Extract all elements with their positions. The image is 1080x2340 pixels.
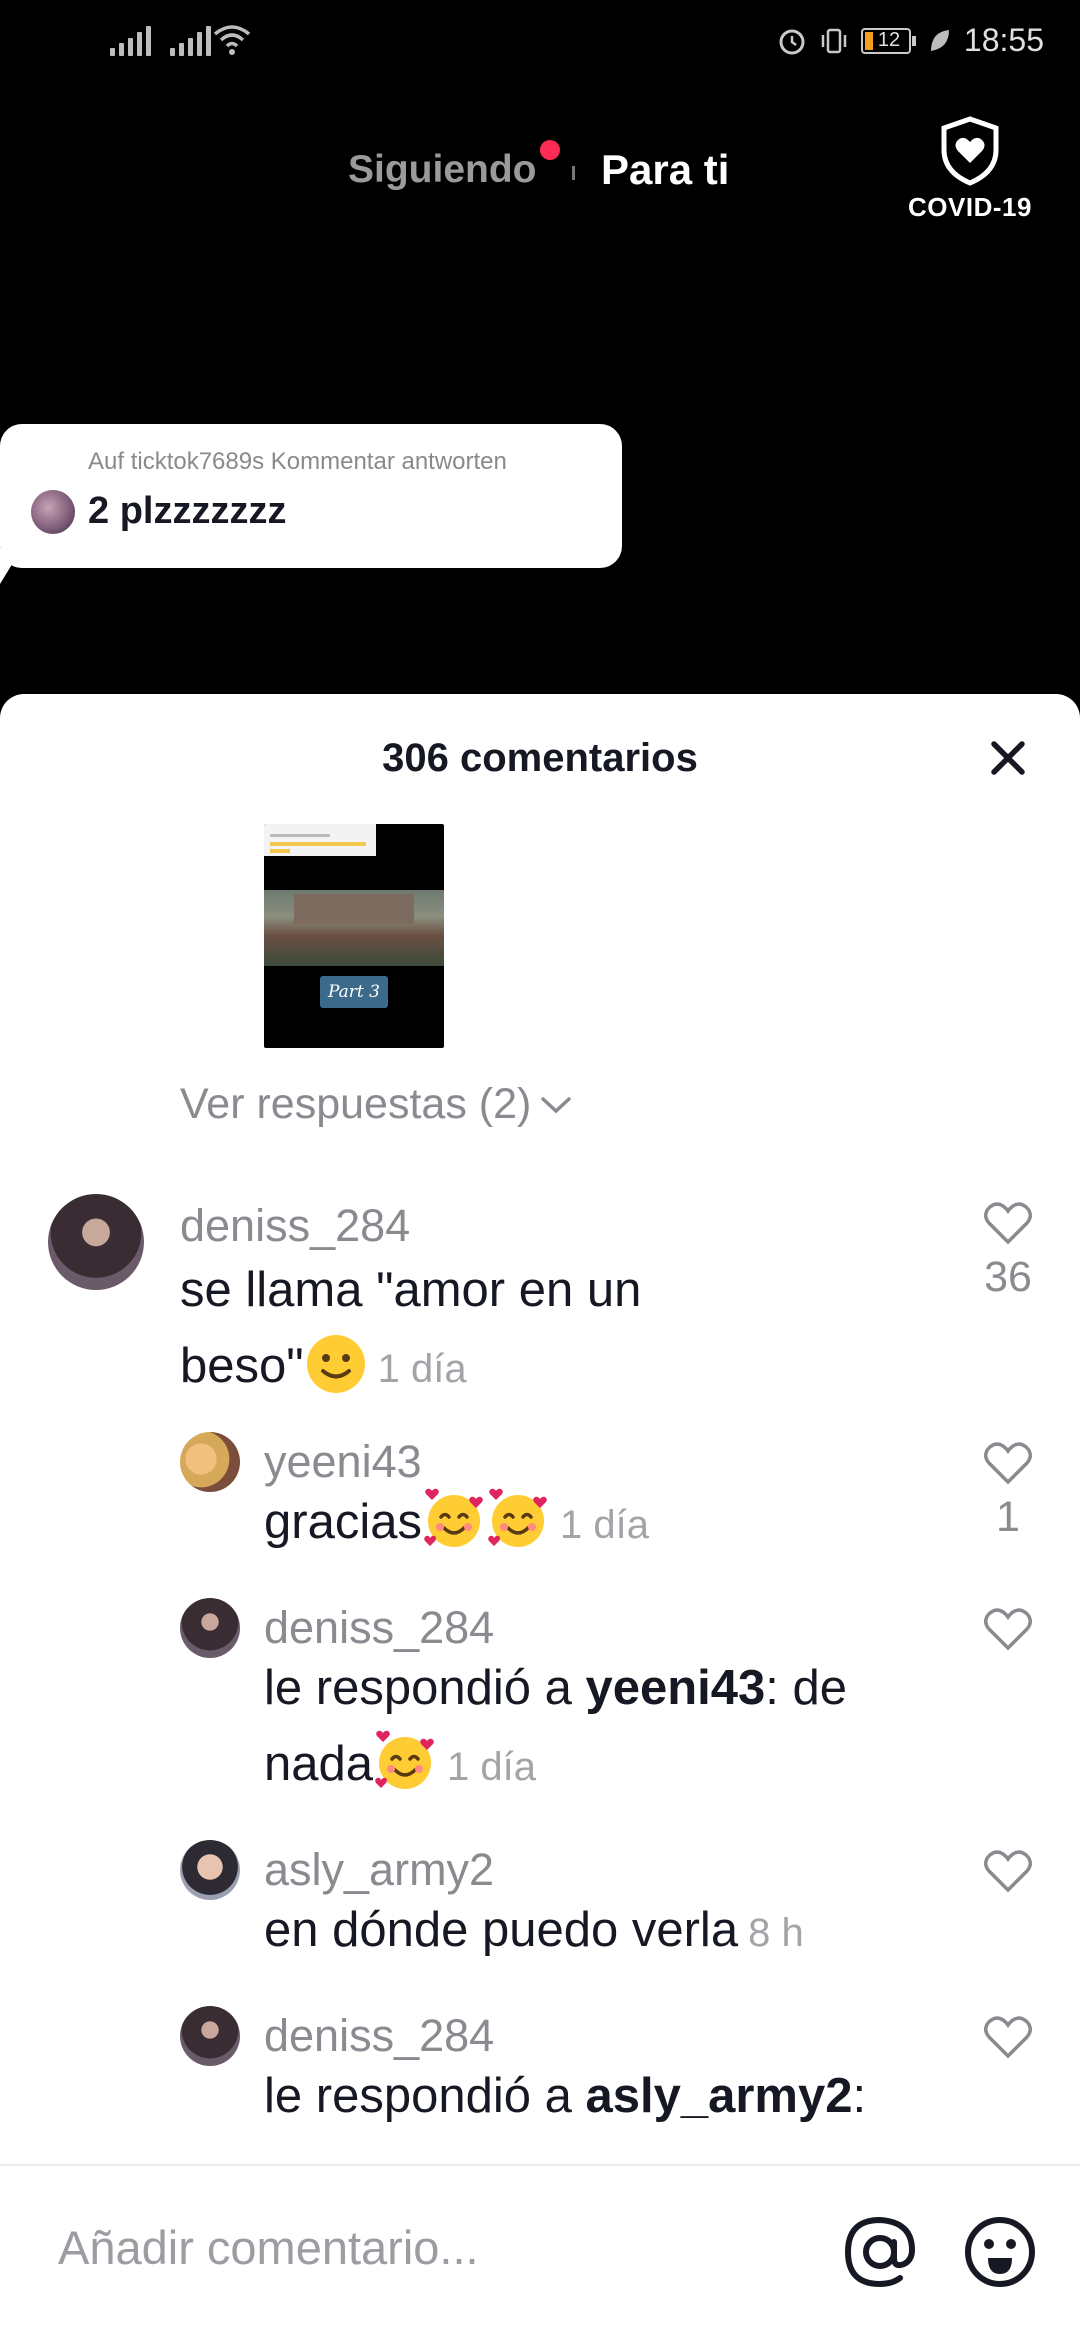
avatar: [31, 490, 75, 534]
battery-icon: 12: [860, 27, 916, 54]
cellular-signal-icon: [110, 26, 151, 56]
comment-username[interactable]: deniss_284: [264, 1602, 494, 1654]
thumbnail-building: [294, 894, 414, 924]
sticker-text: 2 plzzzzzzz: [88, 490, 287, 532]
slightly-smiling-face-icon: [306, 1335, 365, 1393]
comment-text-line: :: [852, 2069, 867, 2123]
reply-sticker: Auf ticktok7689s Kommentar antworten 2 p…: [0, 424, 622, 568]
notification-dot: [540, 140, 560, 160]
heart-icon: [984, 2016, 1032, 2059]
covid-button[interactable]: COVID-19: [900, 116, 1040, 223]
like-button[interactable]: [980, 1848, 1036, 1899]
comment-text-line: gracias: [264, 1495, 422, 1549]
sticker-tail: [0, 548, 22, 584]
thumbnail-part-label: Part 3: [320, 976, 388, 1008]
comment-text: gracias 1 día: [264, 1484, 649, 1563]
leaf-icon: [930, 29, 949, 51]
wifi-icon: [213, 25, 251, 55]
comment-username[interactable]: yeeni43: [264, 1436, 422, 1488]
comment-text-line: se llama "amor en un: [180, 1263, 642, 1317]
view-replies-button[interactable]: Ver respuestas (2): [180, 1080, 573, 1129]
alarm-icon: [779, 29, 805, 54]
status-bar: 12 18:55: [0, 0, 1080, 86]
vibrate-icon: [821, 28, 847, 53]
comments-count-title: 306 comentarios: [382, 736, 698, 780]
comment-time: 1 día: [559, 1503, 649, 1547]
heart-icon: [984, 1850, 1032, 1893]
comment-text-line: en dónde puedo verla: [264, 1903, 739, 1957]
avatar[interactable]: [180, 1598, 240, 1658]
like-button[interactable]: 36: [980, 1200, 1036, 1302]
close-icon[interactable]: [986, 736, 1030, 780]
comments-sheet: 306 comentarios Part 3 Ver respuestas (2…: [0, 694, 1080, 2340]
smiling-face-with-hearts-icon: [488, 1488, 547, 1547]
comment-text: le respondió a yeeni43: de nada 1 día: [264, 1650, 847, 1805]
comment-text-line: nada: [264, 1737, 374, 1791]
mentioned-user[interactable]: asly_army2: [585, 2069, 852, 2123]
comment-username[interactable]: deniss_284: [180, 1200, 410, 1252]
comment-input[interactable]: [58, 2220, 818, 2275]
comment-time: 1 día: [447, 1745, 536, 1789]
like-count: 36: [984, 1253, 1032, 1301]
like-button[interactable]: 1: [980, 1440, 1036, 1542]
video-reply-thumbnail[interactable]: Part 3: [264, 824, 444, 1048]
shield-heart-icon: [941, 116, 999, 186]
view-replies-label: Ver respuestas (2): [180, 1080, 532, 1128]
comment-text: le respondió a asly_army2:: [264, 2058, 866, 2134]
comment-text: en dónde puedo verla 8 h: [264, 1892, 804, 1971]
like-count: 1: [996, 1493, 1020, 1541]
thumbnail-caption: [264, 824, 376, 856]
smiling-face-with-hearts-icon: [424, 1488, 483, 1547]
comment-text-line: le respondió a: [264, 1661, 586, 1715]
comment-time: 1 día: [377, 1347, 467, 1391]
smiling-face-with-hearts-icon: [375, 1730, 434, 1789]
comment-text-line: le respondió a: [264, 2069, 586, 2123]
sticker-subtitle: Auf ticktok7689s Kommentar antworten: [88, 448, 507, 475]
comment-username[interactable]: deniss_284: [264, 2010, 494, 2062]
heart-icon: [984, 1442, 1032, 1485]
tab-divider: [572, 166, 575, 180]
comment-text: se llama "amor en un beso" 1 día: [180, 1252, 641, 1407]
mention-icon[interactable]: [842, 2214, 918, 2290]
tab-for-you[interactable]: Para ti: [601, 146, 729, 194]
like-button[interactable]: [980, 2014, 1036, 2065]
comment-text-line: beso": [180, 1339, 304, 1393]
comment-composer: [0, 2164, 1080, 2340]
mentioned-user[interactable]: yeeni43: [585, 1661, 765, 1715]
avatar[interactable]: [180, 1432, 240, 1492]
heart-icon: [984, 1608, 1032, 1651]
clock: 18:55: [963, 22, 1044, 58]
tab-following[interactable]: Siguiendo: [348, 148, 537, 192]
avatar[interactable]: [180, 1840, 240, 1900]
chevron-down-icon: [541, 1096, 572, 1113]
emoji-icon[interactable]: [962, 2214, 1038, 2290]
comment-username[interactable]: asly_army2: [264, 1844, 494, 1896]
covid-label: COVID-19: [908, 192, 1032, 222]
comment-time: 8 h: [748, 1911, 804, 1955]
heart-icon: [984, 1202, 1032, 1245]
comment-text-line: : de: [765, 1661, 847, 1715]
avatar[interactable]: [48, 1194, 144, 1290]
avatar[interactable]: [180, 2006, 240, 2066]
cellular-signal-icon: [170, 26, 211, 56]
battery-level: 12: [877, 28, 901, 51]
like-button[interactable]: [980, 1606, 1036, 1657]
